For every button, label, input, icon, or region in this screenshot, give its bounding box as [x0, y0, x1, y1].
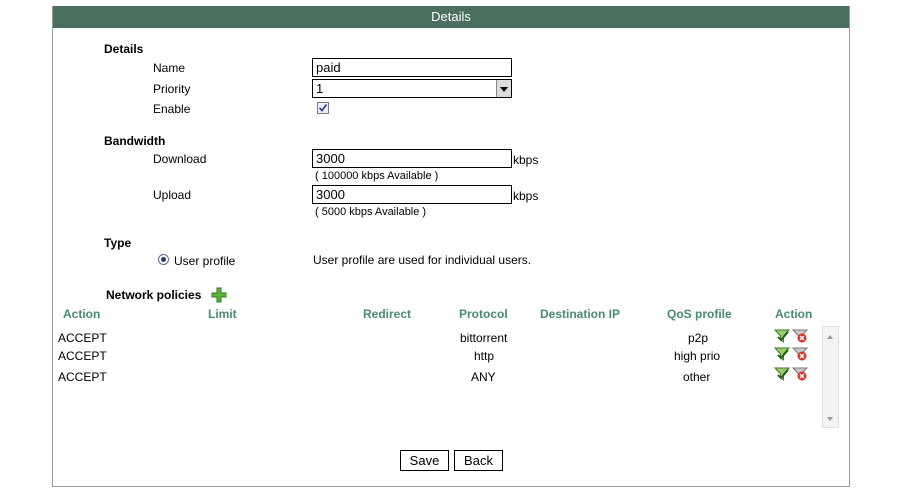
type-description: User profile are used for individual use…: [313, 253, 532, 267]
upload-input[interactable]: [312, 185, 512, 204]
download-unit: kbps: [513, 153, 539, 167]
column-header-action: Action: [63, 307, 101, 321]
delete-policy-icon[interactable]: [792, 328, 808, 344]
column-header-qos-profile: QoS profile: [667, 307, 732, 321]
panel-title: Details: [53, 6, 849, 28]
upload-unit: kbps: [513, 189, 539, 203]
scroll-down-icon[interactable]: [827, 417, 833, 421]
save-button[interactable]: Save: [400, 450, 449, 471]
enable-label: Enable: [153, 102, 191, 116]
checkmark-icon: [318, 104, 328, 112]
type-section-heading: Type: [104, 236, 132, 250]
name-label: Name: [153, 61, 186, 75]
table-row-3-protocol: ANY: [471, 370, 496, 384]
details-panel: Details Details Name Priority 1 Enable B…: [52, 6, 850, 487]
table-row-2-protocol: http: [474, 349, 495, 363]
edit-policy-icon[interactable]: [774, 328, 790, 344]
column-header-limit: Limit: [208, 307, 237, 321]
column-header-action-2: Action: [775, 307, 813, 321]
delete-policy-icon[interactable]: [792, 346, 808, 362]
table-row-3-qos: other: [683, 370, 711, 384]
priority-selected-value: 1: [316, 81, 324, 96]
column-header-redirect: Redirect: [363, 307, 412, 321]
name-input[interactable]: [312, 58, 512, 77]
table-row-2-action: ACCEPT: [58, 349, 107, 363]
download-available-note: ( 100000 kbps Available ): [315, 170, 439, 182]
policies-scrollbar[interactable]: [822, 326, 839, 428]
add-policy-icon[interactable]: [211, 287, 227, 303]
bandwidth-section-heading: Bandwidth: [104, 134, 166, 148]
column-header-destination-ip: Destination IP: [540, 307, 621, 321]
user-profile-radio[interactable]: [158, 254, 169, 265]
table-row-2-qos: high prio: [674, 349, 721, 363]
table-row-1-qos: p2p: [688, 331, 709, 345]
edit-policy-icon[interactable]: [774, 366, 790, 382]
enable-checkbox[interactable]: [317, 102, 329, 114]
user-profile-radio-label: User profile: [174, 254, 236, 268]
priority-select[interactable]: 1: [312, 79, 512, 98]
table-row-3-action: ACCEPT: [58, 370, 107, 384]
download-input[interactable]: [312, 149, 512, 168]
chevron-down-icon[interactable]: [496, 80, 511, 97]
table-row-1-action: ACCEPT: [58, 331, 107, 345]
back-button[interactable]: Back: [454, 450, 503, 471]
delete-policy-icon[interactable]: [792, 366, 808, 382]
priority-label: Priority: [153, 82, 191, 96]
table-row-1-protocol: bittorrent: [460, 331, 508, 345]
network-policies-heading: Network policies: [106, 288, 202, 302]
column-header-protocol: Protocol: [459, 307, 508, 321]
upload-available-note: ( 5000 kbps Available ): [315, 206, 427, 218]
details-section-heading: Details: [104, 42, 144, 56]
scroll-up-icon[interactable]: [827, 335, 833, 339]
download-label: Download: [153, 152, 207, 166]
edit-policy-icon[interactable]: [774, 346, 790, 362]
upload-label: Upload: [153, 188, 192, 202]
